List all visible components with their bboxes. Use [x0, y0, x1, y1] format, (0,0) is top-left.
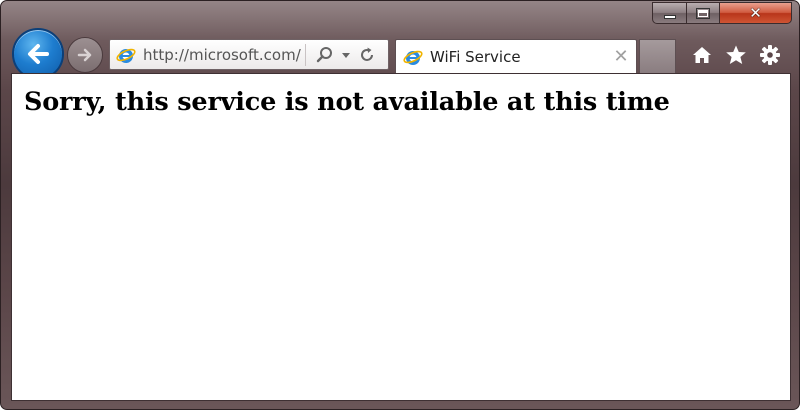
search-icon[interactable]: [316, 46, 334, 64]
maximize-button[interactable]: [687, 2, 720, 24]
home-icon: [693, 47, 711, 63]
favorites-button[interactable]: [725, 44, 747, 66]
maximize-icon: [696, 7, 710, 19]
tools-gear-icon: [760, 45, 780, 65]
command-toolbar: [691, 43, 791, 67]
url-text[interactable]: http://microsoft.com/: [143, 46, 303, 64]
tab-title: WiFi Service: [430, 47, 521, 66]
forward-arrow-icon: [77, 48, 92, 62]
address-tools: [316, 46, 376, 64]
favorites-star-icon: [726, 45, 746, 64]
minimize-button[interactable]: [652, 2, 687, 24]
page-content: Sorry, this service is not available at …: [11, 73, 791, 401]
home-button[interactable]: [691, 44, 713, 66]
tools-button[interactable]: [759, 44, 781, 66]
tab-close-icon[interactable]: ✕: [610, 46, 632, 67]
browser-window: ✕ http://microsoft.com/ WiFi Service ✕ S…: [0, 0, 800, 410]
close-button[interactable]: ✕: [720, 2, 792, 24]
ie-icon: [115, 44, 137, 66]
close-icon: ✕: [749, 3, 762, 22]
page-heading: Sorry, this service is not available at …: [24, 87, 670, 117]
ie-icon: [402, 46, 424, 68]
refresh-icon[interactable]: [358, 46, 376, 64]
new-tab-button[interactable]: [639, 39, 676, 73]
forward-button[interactable]: [67, 37, 103, 73]
address-divider: [305, 43, 306, 66]
minimize-icon: [663, 14, 676, 19]
address-bar[interactable]: http://microsoft.com/: [109, 39, 389, 70]
window-controls: ✕: [652, 2, 796, 26]
dropdown-icon[interactable]: [341, 46, 351, 64]
tab-wifi-service[interactable]: WiFi Service ✕: [395, 39, 637, 73]
back-arrow-icon: [28, 44, 49, 64]
